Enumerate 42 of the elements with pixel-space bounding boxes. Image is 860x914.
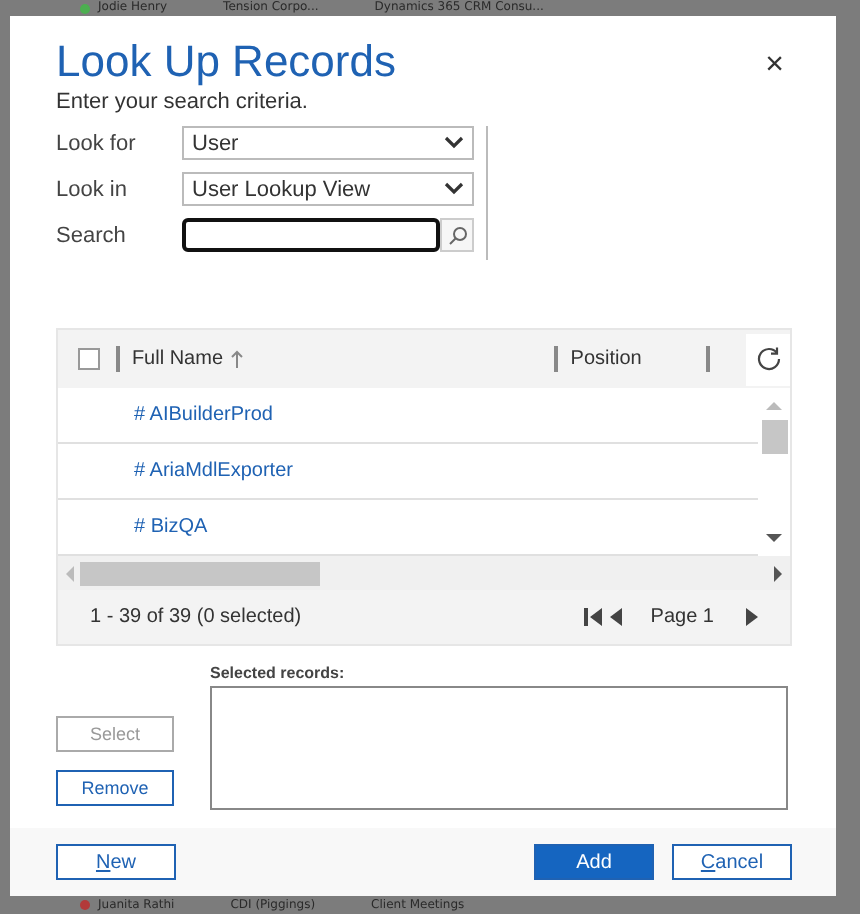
- scroll-right-icon[interactable]: [774, 565, 784, 581]
- dialog-subtitle: Enter your search criteria.: [56, 90, 310, 114]
- first-page-icon: [584, 608, 603, 626]
- select-all-checkbox[interactable]: [78, 348, 100, 370]
- next-page-button[interactable]: [742, 608, 762, 626]
- refresh-icon[interactable]: [755, 346, 782, 372]
- previous-page-icon: [610, 608, 623, 626]
- status-dot: [80, 3, 90, 13]
- scrollbar-thumb[interactable]: [80, 561, 320, 585]
- dialog-title: Look Up Records: [56, 36, 396, 88]
- chevron-down-icon: [444, 182, 464, 196]
- field-label: Look in: [56, 177, 129, 201]
- side-button[interactable]: Remove: [56, 770, 174, 806]
- selected-records-field[interactable]: [210, 686, 788, 810]
- record-link[interactable]: # BizQA: [134, 516, 208, 538]
- column-header[interactable]: Position: [554, 346, 707, 372]
- footer-button[interactable]: Add: [534, 844, 654, 880]
- search-icon: [447, 225, 467, 245]
- search-field[interactable]: [182, 218, 440, 252]
- scroll-down-icon[interactable]: [766, 534, 782, 544]
- dropdown-field[interactable]: User: [182, 126, 474, 160]
- horizontal-scrollbar[interactable]: [58, 556, 790, 590]
- search-button[interactable]: [440, 218, 474, 252]
- page-number: Page 1: [650, 606, 714, 628]
- footer-button[interactable]: New: [56, 844, 176, 880]
- close-button[interactable]: ×: [757, 48, 792, 84]
- scroll-up-icon[interactable]: [766, 400, 782, 410]
- field-label: Look for: [56, 131, 138, 155]
- record-link[interactable]: # AIBuilderProd: [134, 404, 273, 426]
- chevron-down-icon: [444, 136, 464, 150]
- sort-up-icon: [229, 350, 244, 368]
- dropdown-field[interactable]: User Lookup View: [182, 172, 474, 206]
- next-page-icon: [746, 608, 758, 626]
- record-count: 1 - 39 of 39 (0 selected): [90, 606, 302, 628]
- field-label: Search: [56, 223, 128, 247]
- record-link[interactable]: # AriaMdlExporter: [134, 460, 293, 482]
- status-dot: [80, 900, 90, 910]
- scrollbar-thumb[interactable]: [761, 419, 787, 453]
- selected-records-label: Selected records:: [210, 664, 347, 682]
- previous-page-button[interactable]: [606, 608, 627, 626]
- column-header[interactable]: Full Name: [115, 346, 555, 372]
- footer-button[interactable]: Cancel: [672, 844, 792, 880]
